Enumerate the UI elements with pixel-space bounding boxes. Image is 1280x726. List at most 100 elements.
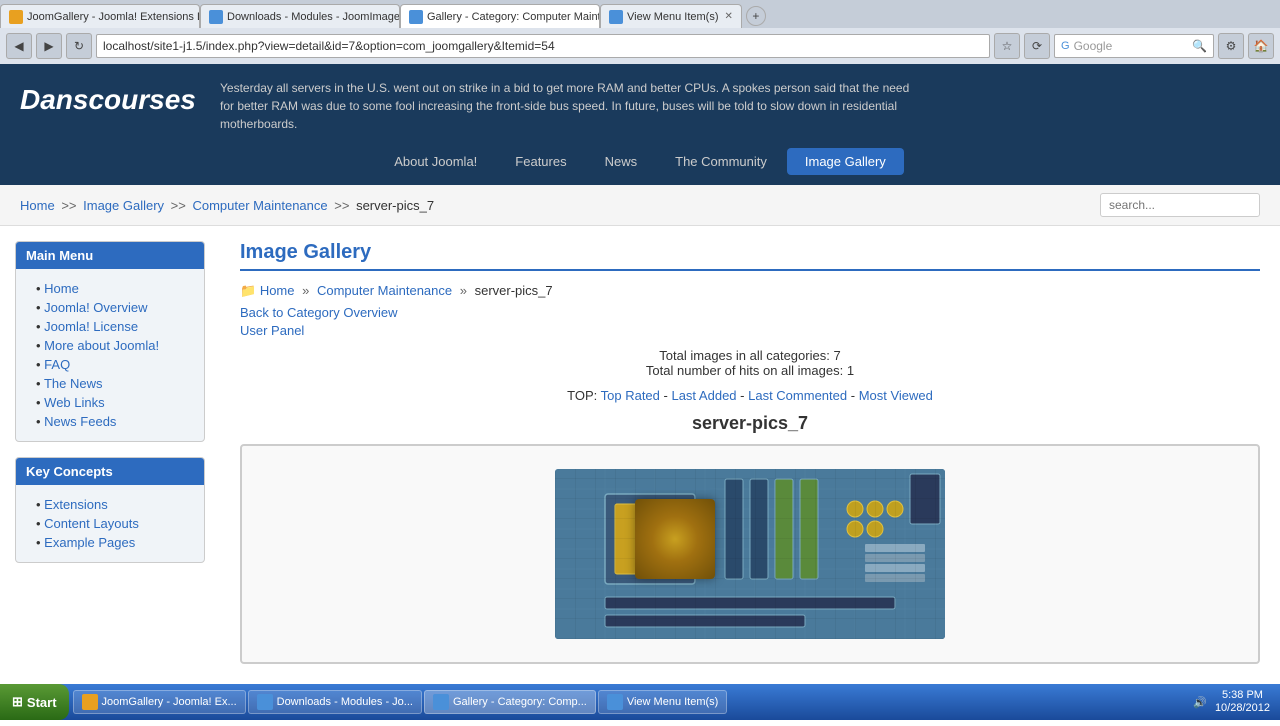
sidebar-item-license[interactable]: Joomla! License [36, 319, 194, 334]
breadcrumb-computer-maintenance[interactable]: Computer Maintenance [192, 198, 327, 213]
clock-time: 5:38 PM [1215, 689, 1270, 702]
last-commented-link[interactable]: Last Commented [748, 388, 847, 403]
tab-viewmenu[interactable]: View Menu Item(s) ✕ [600, 4, 742, 28]
sidebar-main-menu: Main Menu Home Joomla! Overview Joomla! … [15, 241, 205, 442]
sidebar-link-home[interactable]: Home [44, 281, 79, 296]
page-wrapper: Danscourses Yesterday all servers in the… [0, 64, 1280, 726]
gallery-breadcrumb: 📁 Home » Computer Maintenance » server-p… [240, 283, 1260, 299]
gallery-image: CPU [555, 469, 945, 639]
sidebar-link-overview[interactable]: Joomla! Overview [44, 300, 147, 315]
breadcrumb: Home >> Image Gallery >> Computer Mainte… [20, 198, 434, 213]
sidebar-item-extensions[interactable]: Extensions [36, 497, 194, 512]
nav-about-joomla[interactable]: About Joomla! [376, 148, 495, 175]
breadcrumb-image-gallery[interactable]: Image Gallery [83, 198, 164, 213]
forward-button[interactable]: ▶ [36, 33, 62, 59]
sidebar-item-news[interactable]: The News [36, 376, 194, 391]
tab-label-gallery: Gallery - Category: Computer Maintena... [427, 11, 600, 23]
breadcrumb-home[interactable]: Home [20, 198, 55, 213]
most-viewed-link[interactable]: Most Viewed [859, 388, 933, 403]
sidebar-link-weblinks[interactable]: Web Links [44, 395, 104, 410]
taskbar-right: 🔊 5:38 PM 10/28/2012 [1183, 689, 1280, 715]
tab-icon-viewmenu [609, 10, 623, 24]
sidebar-item-newsfeeds[interactable]: News Feeds [36, 414, 194, 429]
user-panel-link[interactable]: User Panel [240, 323, 1260, 338]
tab-icon-gallery [409, 10, 423, 24]
nav-features[interactable]: Features [497, 148, 584, 175]
gallery-breadcrumb-category[interactable]: Computer Maintenance [317, 283, 452, 298]
top-links: TOP: Top Rated - Last Added - Last Comme… [240, 388, 1260, 403]
site-header: Danscourses Yesterday all servers in the… [0, 64, 1280, 148]
main-layout: Main Menu Home Joomla! Overview Joomla! … [0, 226, 1280, 726]
sidebar-item-content-layouts[interactable]: Content Layouts [36, 516, 194, 531]
sidebar-item-overview[interactable]: Joomla! Overview [36, 300, 194, 315]
search-placeholder: Google [1074, 39, 1113, 53]
sidebar-link-extensions[interactable]: Extensions [44, 497, 108, 512]
tab-label-joomgallery: JoomGallery - Joomla! Extensions Directo… [27, 11, 200, 23]
sidebar-link-newsfeeds[interactable]: News Feeds [44, 414, 116, 429]
start-label: Start [27, 695, 57, 710]
sidebar-link-content-layouts[interactable]: Content Layouts [44, 516, 139, 531]
top-rated-link[interactable]: Top Rated [601, 388, 660, 403]
sidebar-item-example-pages[interactable]: Example Pages [36, 535, 194, 550]
sidebar-key-concepts-title: Key Concepts [16, 458, 204, 485]
sidebar-key-concepts: Key Concepts Extensions Content Layouts … [15, 457, 205, 563]
sidebar-item-weblinks[interactable]: Web Links [36, 395, 194, 410]
address-text: localhost/site1-j1.5/index.php?view=deta… [103, 39, 555, 53]
taskbar-item-2[interactable]: Gallery - Category: Comp... [424, 690, 596, 714]
sidebar-link-faq[interactable]: FAQ [44, 357, 70, 372]
back-button[interactable]: ◀ [6, 33, 32, 59]
back-to-category-link[interactable]: Back to Category Overview [240, 305, 1260, 320]
gallery-frame: CPU [240, 444, 1260, 664]
sidebar-link-more[interactable]: More about Joomla! [44, 338, 159, 353]
sidebar-item-more[interactable]: More about Joomla! [36, 338, 194, 353]
sidebar-link-news[interactable]: The News [44, 376, 103, 391]
new-tab-button[interactable]: + [746, 6, 766, 26]
clock-date: 10/28/2012 [1215, 702, 1270, 715]
taskbar-item-1[interactable]: Downloads - Modules - Jo... [248, 690, 422, 714]
reload-button[interactable]: ⟳ [1024, 33, 1050, 59]
top-prefix: TOP: [567, 388, 597, 403]
sidebar: Main Menu Home Joomla! Overview Joomla! … [0, 226, 220, 726]
google-icon: G [1061, 40, 1070, 52]
sep2: - [740, 388, 748, 403]
last-added-link[interactable]: Last Added [671, 388, 736, 403]
start-button[interactable]: ⊞ Start [0, 684, 69, 720]
search-go-icon[interactable]: 🔍 [1192, 39, 1207, 53]
volume-icon[interactable]: 🔊 [1193, 696, 1207, 709]
tab-gallery[interactable]: Gallery - Category: Computer Maintena...… [400, 4, 600, 28]
refresh-button[interactable]: ↻ [66, 33, 92, 59]
total-hits-stat: Total number of hits on all images: 1 [240, 363, 1260, 378]
tab-close-viewmenu[interactable]: ✕ [725, 11, 733, 22]
sidebar-link-example-pages[interactable]: Example Pages [44, 535, 135, 550]
total-hits-value: 1 [847, 363, 854, 378]
search-input[interactable] [1100, 193, 1260, 217]
tools-button[interactable]: ⚙ [1218, 33, 1244, 59]
nav-image-gallery[interactable]: Image Gallery [787, 148, 904, 175]
nav-news[interactable]: News [587, 148, 656, 175]
sidebar-link-license[interactable]: Joomla! License [44, 319, 138, 334]
taskbar-icon-2 [433, 694, 449, 710]
gallery-title: server-pics_7 [240, 413, 1260, 434]
taskbar-item-0[interactable]: JoomGallery - Joomla! Ex... [73, 690, 246, 714]
address-bar[interactable]: localhost/site1-j1.5/index.php?view=deta… [96, 34, 990, 58]
taskbar-label-2: Gallery - Category: Comp... [453, 696, 587, 708]
header-news: Yesterday all servers in the U.S. went o… [220, 79, 920, 133]
tab-icon-downloads [209, 10, 223, 24]
breadcrumb-current: server-pics_7 [356, 198, 434, 213]
sidebar-main-menu-title: Main Menu [16, 242, 204, 269]
stats-area: Total images in all categories: 7 Total … [240, 348, 1260, 378]
gallery-breadcrumb-home[interactable]: Home [260, 283, 295, 298]
sidebar-item-faq[interactable]: FAQ [36, 357, 194, 372]
nav-community[interactable]: The Community [657, 148, 785, 175]
tab-joomgallery[interactable]: JoomGallery - Joomla! Extensions Directo… [0, 4, 200, 28]
taskbar-label-3: View Menu Item(s) [627, 696, 719, 708]
sidebar-item-home[interactable]: Home [36, 281, 194, 296]
tab-downloads[interactable]: Downloads - Modules - JoomImages ✕ [200, 4, 400, 28]
browser-search-bar[interactable]: G Google 🔍 [1054, 34, 1214, 58]
browser-tabs: JoomGallery - Joomla! Extensions Directo… [0, 0, 1280, 28]
breadcrumb-bar: Home >> Image Gallery >> Computer Mainte… [0, 185, 1280, 226]
bookmark-button[interactable]: ☆ [994, 33, 1020, 59]
home-browser-button[interactable]: 🏠 [1248, 33, 1274, 59]
taskbar-item-3[interactable]: View Menu Item(s) [598, 690, 728, 714]
site-logo[interactable]: Danscourses [20, 79, 220, 116]
